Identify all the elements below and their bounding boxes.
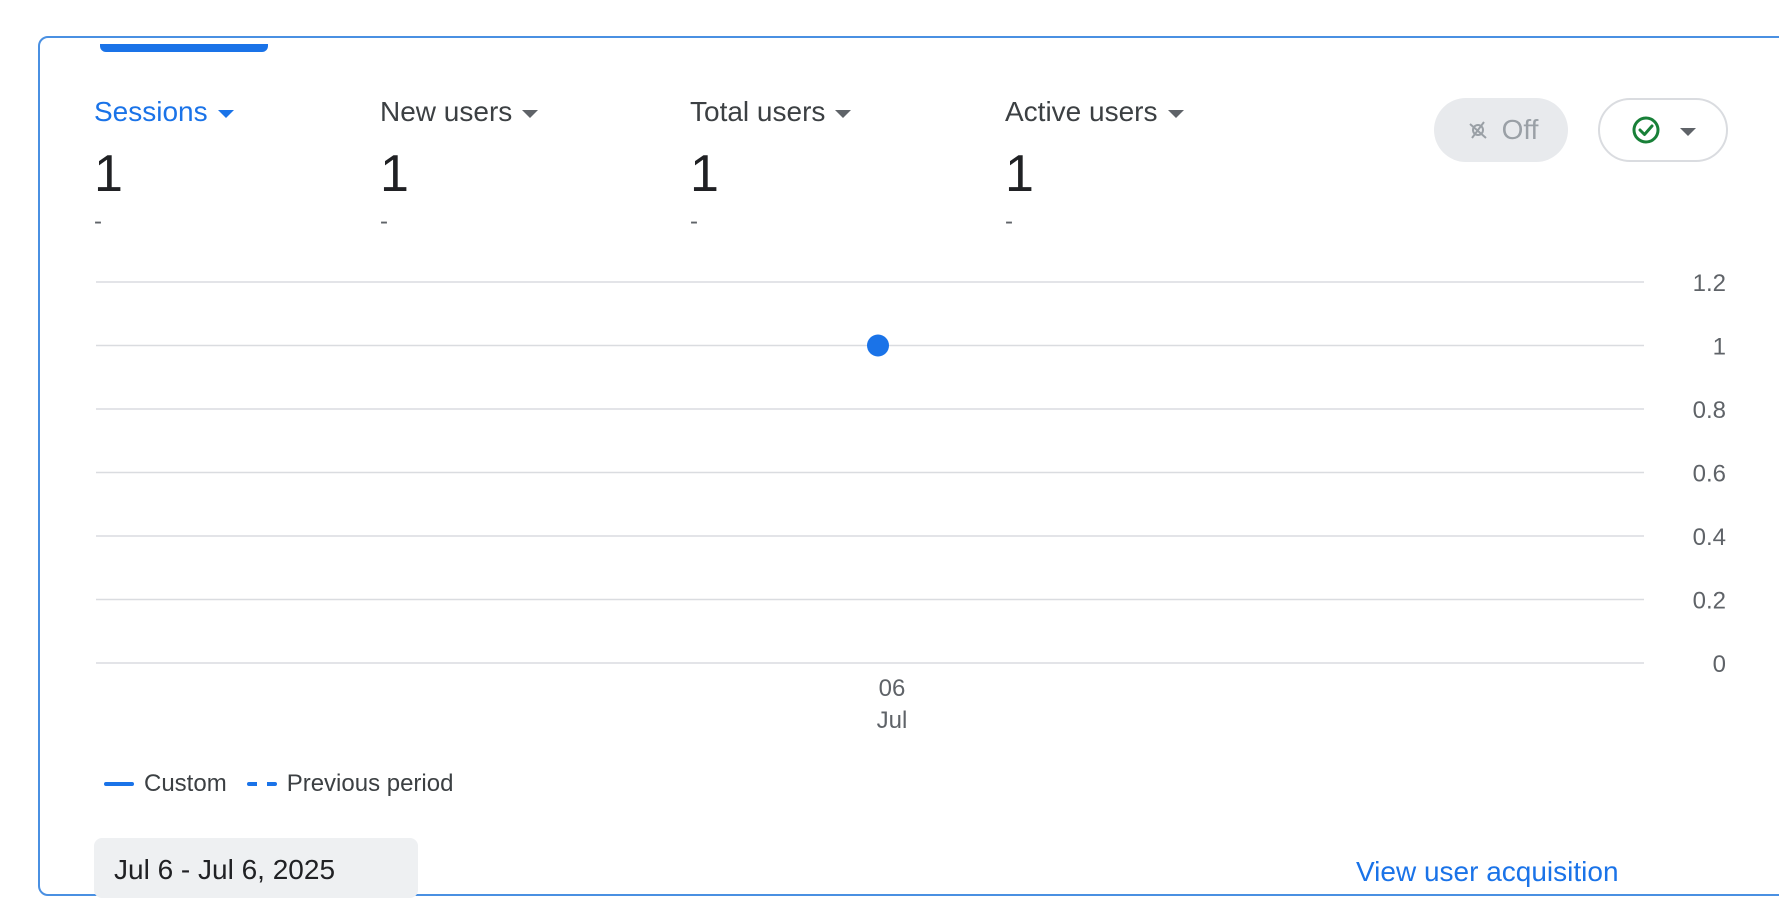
metric-total-users-label: Total users xyxy=(690,96,826,127)
metric-new-users-label: New users xyxy=(380,96,513,127)
chart-legend: Custom Previous period xyxy=(104,770,453,798)
legend-previous-swatch xyxy=(246,782,277,786)
legend-current-swatch xyxy=(104,782,134,786)
date-range-button[interactable]: Jul 6 - Jul 6, 2025 xyxy=(94,838,418,898)
metric-sessions-change: - xyxy=(94,208,102,235)
metric-total-users-value: 1 xyxy=(690,145,719,203)
metric-total-users-selector[interactable]: Total users xyxy=(690,96,852,127)
metric-new-users[interactable]: New users 1 - xyxy=(380,96,539,248)
chevron-down-icon xyxy=(1167,109,1184,118)
insights-toggle-button[interactable]: Off xyxy=(1434,98,1568,162)
chevron-down-icon xyxy=(522,109,539,118)
y-tick-label: 0.8 xyxy=(1693,397,1726,424)
chevron-down-icon xyxy=(1680,127,1696,136)
metric-active-users-value: 1 xyxy=(1005,145,1034,203)
x-tick-label: Jul xyxy=(877,707,908,734)
metric-new-users-selector[interactable]: New users xyxy=(380,96,539,127)
legend-current-label: Custom xyxy=(144,770,227,797)
data-point[interactable] xyxy=(867,334,889,357)
y-tick-label: 0.4 xyxy=(1693,524,1726,551)
metric-sessions[interactable]: Sessions 1 - xyxy=(94,98,234,248)
sessions-line-chart: 1.2 1 0.8 0.6 0.4 0.2 0 06 Jul xyxy=(96,270,1726,734)
metric-total-users-change: - xyxy=(690,208,698,235)
metric-active-users-change: - xyxy=(1005,208,1013,235)
y-tick-label: 0.6 xyxy=(1693,461,1726,488)
y-tick-label: 0.2 xyxy=(1693,588,1726,615)
comparison-status-dropdown[interactable] xyxy=(1598,98,1728,162)
y-tick-label: 1.2 xyxy=(1693,270,1726,297)
metric-active-users-selector[interactable]: Active users xyxy=(1005,98,1184,126)
date-range-label: Jul 6 - Jul 6, 2025 xyxy=(114,854,336,885)
metric-active-users-label: Active users xyxy=(1005,96,1158,127)
view-user-acquisition-link[interactable]: View user acquisition xyxy=(1356,856,1619,888)
chevron-down-icon xyxy=(835,109,852,118)
metric-active-users[interactable]: Active users 1 - xyxy=(1005,98,1184,248)
metric-new-users-change: - xyxy=(380,208,388,235)
insights-toggle-label: Off xyxy=(1501,114,1539,145)
x-tick-label: 06 xyxy=(879,675,906,702)
auto-awesome-off-icon xyxy=(1468,121,1487,139)
active-tab-indicator xyxy=(100,44,268,52)
metric-sessions-label: Sessions xyxy=(94,96,208,127)
y-tick-label: 0 xyxy=(1713,651,1726,678)
check-circle-icon xyxy=(1632,116,1660,144)
chevron-down-icon xyxy=(217,109,234,118)
legend-previous-label: Previous period xyxy=(286,770,454,797)
metric-sessions-value: 1 xyxy=(94,145,123,203)
metric-sessions-selector[interactable]: Sessions xyxy=(94,98,234,126)
metric-new-users-value: 1 xyxy=(380,145,409,203)
y-tick-label: 1 xyxy=(1713,334,1726,361)
metric-total-users[interactable]: Total users 1 - xyxy=(690,96,852,248)
